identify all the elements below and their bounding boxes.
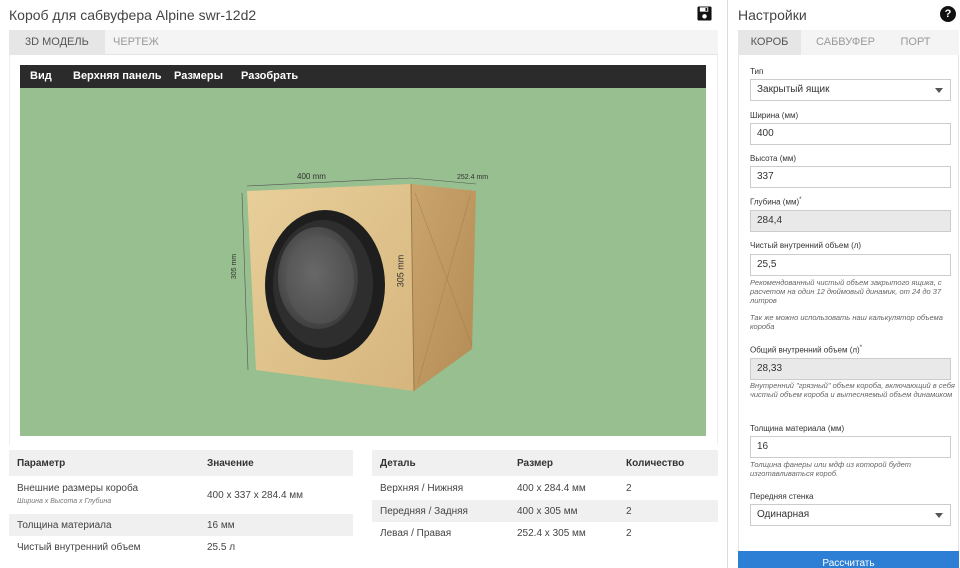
param-name: Чистый внутренний объем (17, 542, 141, 553)
front-wall-label: Передняя стенка (750, 492, 814, 501)
param-value: 16 мм (207, 520, 235, 531)
table-row: Передняя / Задняя 400 x 305 мм 2 (372, 500, 718, 522)
width-input[interactable]: 400 (750, 123, 951, 145)
table-row: Верхняя / Нижняя 400 x 284.4 мм 2 (372, 476, 718, 500)
net-volume-input[interactable]: 25,5 (750, 254, 951, 276)
tab-drawing[interactable]: ЧЕРТЕЖ (97, 30, 175, 55)
part-size: 400 x 305 мм (517, 506, 578, 517)
thickness-hint: Толщина фанеры или мдф из которой будет … (750, 460, 911, 478)
part-size: 252.4 x 305 мм (517, 528, 586, 539)
tab-3d-model[interactable]: 3D МОДЕЛЬ (9, 30, 105, 55)
table-row: Чистый внутренний объем 25.5 л (9, 536, 353, 558)
calculator-link[interactable]: Так же можно использовать наш калькулято… (750, 313, 955, 331)
thickness-label: Толщина материала (мм) (750, 424, 845, 433)
dim-width-label: 400 mm (297, 172, 326, 181)
part-name: Верхняя / Нижняя (380, 483, 464, 494)
type-label: Тип (750, 67, 764, 76)
col-size: Размер (517, 458, 554, 469)
net-volume-hint: Рекомендованный чистый объем закрытого я… (750, 278, 942, 305)
settings-panel: Настройки ? КОРОБ САБВУФЕР ПОРТ Тип Закр… (727, 0, 960, 568)
toolbar-dimensions[interactable]: Размеры (174, 65, 223, 88)
box-3d-model (241, 177, 477, 392)
toolbar-top-panel[interactable]: Верхняя панель (73, 65, 162, 88)
col-qty: Количество (626, 458, 685, 469)
header: Короб для сабвуфера Alpine swr-12d2 (0, 0, 726, 30)
part-name: Передняя / Задняя (380, 506, 468, 517)
col-value: Значение (207, 458, 254, 469)
table-row: Внешние размеры короба Ширина х Высота х… (9, 476, 353, 514)
toolbar-view[interactable]: Вид (30, 65, 52, 88)
part-qty: 2 (626, 506, 632, 517)
dim-height-right-label: 305 mm (395, 254, 406, 288)
viewer-toolbar: Вид Верхняя панель Размеры Разобрать (20, 65, 706, 88)
calculate-button[interactable]: Рассчитать (738, 551, 959, 568)
chevron-down-icon (935, 513, 943, 518)
front-wall-select[interactable]: Одинарная (750, 504, 951, 526)
chevron-down-icon (935, 88, 943, 93)
part-name: Левая / Правая (380, 528, 452, 539)
net-volume-label: Чистый внутренний объем (л) (750, 241, 862, 250)
parts-table: Деталь Размер Количество Верхняя / Нижня… (372, 450, 718, 546)
3d-viewport[interactable]: 400 mm 252.4 mm 305 mm 305 mm (20, 88, 706, 436)
type-select-value: Закрытый ящик (757, 84, 830, 95)
parts-table-header: Деталь Размер Количество (372, 450, 718, 476)
front-wall-value: Одинарная (757, 509, 810, 520)
tab-box[interactable]: КОРОБ (738, 30, 801, 55)
save-icon[interactable] (697, 6, 712, 21)
gross-volume-label: Общий внутренний объем (л)* (750, 345, 863, 355)
param-value: 25.5 л (207, 542, 236, 553)
thickness-input[interactable]: 16 (750, 436, 951, 458)
width-label: Ширина (мм) (750, 111, 799, 120)
param-name: Толщина материала (17, 520, 112, 531)
gross-volume-hint: Внутренний "грязный" объем короба, включ… (750, 381, 955, 399)
params-table-header: Параметр Значение (9, 450, 353, 476)
height-input[interactable]: 337 (750, 166, 951, 188)
col-part: Деталь (380, 458, 416, 469)
params-table: Параметр Значение Внешние размеры короба… (9, 450, 353, 560)
part-size: 400 x 284.4 мм (517, 483, 586, 494)
table-row: Толщина материала 16 мм (9, 514, 353, 536)
main-panel: Короб для сабвуфера Alpine swr-12d2 3D М… (0, 0, 726, 568)
gross-volume-input[interactable]: 28,33 (750, 358, 951, 380)
tab-port[interactable]: ПОРТ (888, 30, 943, 55)
depth-label: Глубина (мм)* (750, 197, 802, 207)
type-select[interactable]: Закрытый ящик (750, 79, 951, 101)
part-qty: 2 (626, 528, 632, 539)
dim-height-left-label: 305 mm (231, 253, 239, 280)
help-icon[interactable]: ? (940, 6, 956, 22)
param-sub: Ширина х Высота х Глубина (17, 498, 112, 505)
part-qty: 2 (626, 483, 632, 494)
param-name: Внешние размеры короба (17, 483, 139, 494)
settings-title: Настройки (738, 7, 807, 23)
table-row: Левая / Правая 252.4 x 305 мм 2 (372, 522, 718, 544)
depth-input[interactable]: 284,4 (750, 210, 951, 232)
height-label: Высота (мм) (750, 154, 797, 163)
toolbar-explode[interactable]: Разобрать (241, 65, 298, 88)
settings-tabs: КОРОБ САБВУФЕР ПОРТ (738, 30, 959, 55)
tab-subwoofer[interactable]: САБВУФЕР (808, 30, 883, 55)
page-title: Короб для сабвуфера Alpine swr-12d2 (9, 7, 257, 23)
col-parameter: Параметр (17, 458, 66, 469)
box-settings-form: Тип Закрытый ящик Ширина (мм) 400 Высота… (738, 55, 959, 568)
param-value: 400 x 337 x 284.4 мм (207, 490, 304, 501)
view-tabs: 3D МОДЕЛЬ ЧЕРТЕЖ (9, 30, 718, 55)
dim-depth-label: 252.4 mm (457, 174, 489, 181)
